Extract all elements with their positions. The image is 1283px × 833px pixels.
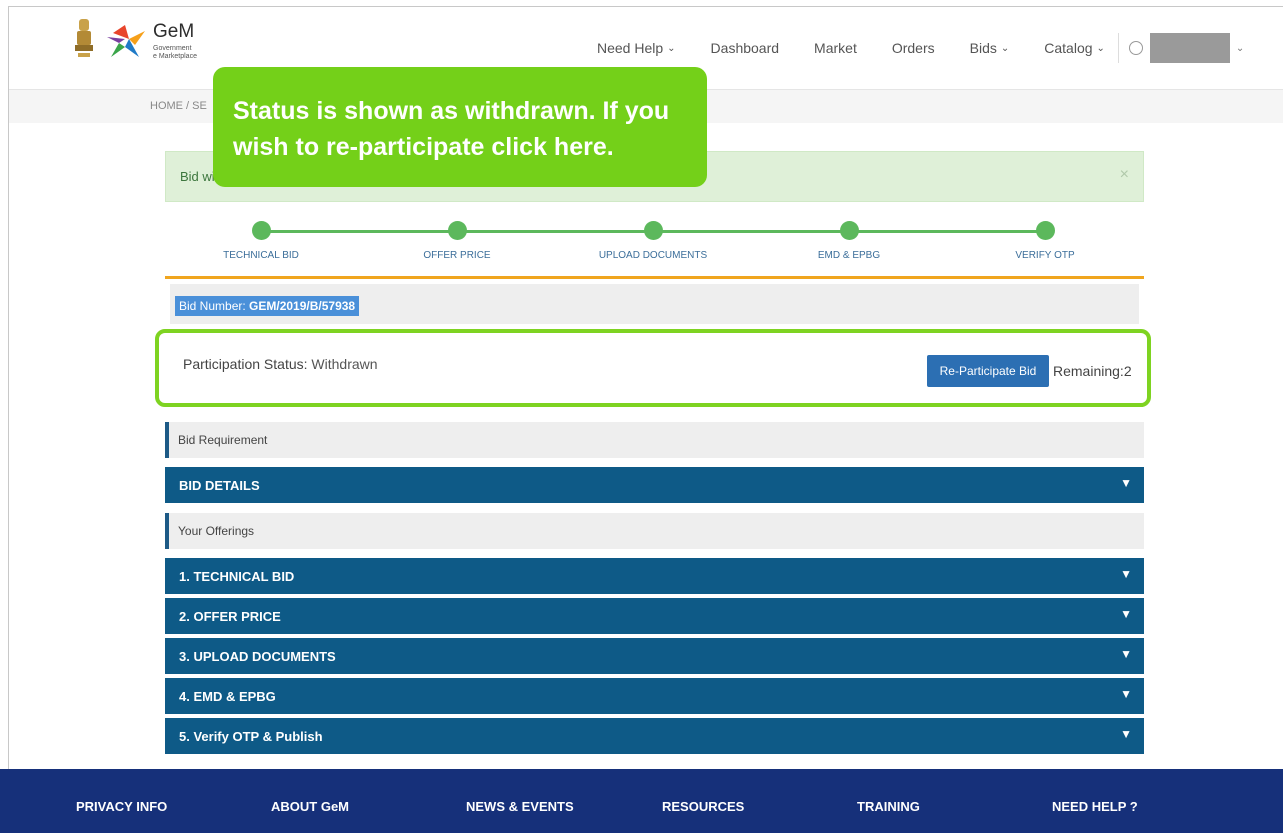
nav-label: Need Help: [597, 40, 664, 56]
bid-number-bar: Bid Number: GEM/2019/B/57938: [170, 284, 1139, 324]
step-label: OFFER PRICE: [423, 250, 491, 261]
nav-orders[interactable]: Orders: [892, 40, 935, 56]
accordion-title: 5. Verify OTP & Publish: [179, 729, 323, 744]
accordion-technical-bid[interactable]: 1. TECHNICAL BID ▼: [165, 558, 1144, 594]
caret-down-icon: ▼: [1120, 647, 1132, 661]
nav-label: Market: [814, 40, 857, 56]
accordion-upload-documents[interactable]: 3. UPLOAD DOCUMENTS ▼: [165, 638, 1144, 674]
accordion-title: 3. UPLOAD DOCUMENTS: [179, 649, 336, 664]
step-label: UPLOAD DOCUMENTS: [598, 250, 708, 261]
site-footer: PRIVACY INFO ABOUT GeM NEWS & EVENTS RES…: [0, 769, 1283, 833]
caret-down-icon: ▼: [1120, 727, 1132, 741]
accordion-title: 2. OFFER PRICE: [179, 609, 281, 624]
gem-star-icon: [107, 25, 145, 57]
user-name-redacted[interactable]: [1149, 33, 1230, 63]
remaining-count: Remaining:2: [1053, 363, 1132, 379]
caret-down-icon: ▼: [1120, 567, 1132, 581]
step-label: TECHNICAL BID: [223, 250, 299, 261]
accordion-title: 1. TECHNICAL BID: [179, 569, 295, 584]
chevron-down-icon[interactable]: ⌄: [1236, 43, 1244, 54]
footer-link-privacy-info[interactable]: PRIVACY INFO: [76, 799, 167, 814]
accordion-title: BID DETAILS: [179, 478, 260, 493]
footer-link-need-help[interactable]: NEED HELP ?: [1052, 799, 1138, 814]
footer-link-training[interactable]: TRAINING: [857, 799, 920, 814]
close-icon[interactable]: ×: [1120, 166, 1129, 184]
participation-status-box: Participation Status: Withdrawn Re-Parti…: [155, 329, 1151, 407]
nav-market[interactable]: Market: [814, 40, 857, 56]
status-value: Withdrawn: [311, 356, 378, 372]
participation-status: Participation Status: Withdrawn: [183, 356, 378, 372]
user-icon: [1128, 41, 1143, 55]
nav-label: Dashboard: [710, 40, 780, 56]
step-dot: [643, 221, 663, 240]
nav-label: Catalog: [1044, 40, 1093, 56]
brand-sub-line1: Government: [153, 45, 192, 52]
step-label: EMD & EPBG: [817, 250, 881, 261]
bid-number-value: GEM/2019/B/57938: [249, 299, 356, 313]
footer-link-resources[interactable]: RESOURCES: [662, 799, 744, 814]
step-verify-otp[interactable]: VERIFY OTP: [970, 221, 1120, 261]
main-nav: Need Help ⌄ Dashboard Market Orders Bids…: [597, 33, 1244, 63]
accordion-title: 4. EMD & EPBG: [179, 689, 276, 704]
chevron-down-icon: ⌄: [667, 42, 676, 54]
step-emd-epbg[interactable]: EMD & EPBG: [774, 221, 924, 261]
alert-message: Bid wi: [180, 169, 215, 184]
brand-sub-line2: e Marketplace: [153, 53, 197, 60]
accordion-offer-price[interactable]: 2. OFFER PRICE ▼: [165, 598, 1144, 634]
step-dot: [839, 221, 859, 240]
breadcrumb[interactable]: HOME / SE: [150, 100, 207, 112]
instruction-callout: Status is shown as withdrawn. If you wis…: [213, 67, 707, 187]
chevron-down-icon: ⌄: [1096, 42, 1105, 54]
bid-number-label: Bid Number:: [179, 299, 250, 313]
brand-subtitle: Government e Marketplace: [153, 45, 197, 61]
national-emblem-icon: [75, 19, 93, 57]
app-frame: GeM Government e Marketplace Need Help ⌄…: [8, 6, 1283, 833]
re-participate-button[interactable]: Re-Participate Bid: [927, 355, 1049, 387]
step-label: VERIFY OTP: [1015, 250, 1075, 261]
footer-link-about-gem[interactable]: ABOUT GeM: [271, 799, 349, 814]
caret-down-icon: ▼: [1120, 687, 1132, 701]
step-upload-documents[interactable]: UPLOAD DOCUMENTS: [578, 221, 728, 261]
bid-progress-stepper: TECHNICAL BID OFFER PRICE UPLOAD DOCUMEN…: [165, 217, 1144, 277]
chevron-down-icon: ⌄: [1000, 42, 1010, 54]
step-offer-price[interactable]: OFFER PRICE: [382, 221, 532, 261]
gem-logo[interactable]: GeM Government e Marketplace: [105, 21, 205, 65]
nav-catalog[interactable]: Catalog ⌄: [1044, 40, 1105, 56]
nav-divider: [1117, 33, 1119, 63]
accordion-emd-epbg[interactable]: 4. EMD & EPBG ▼: [165, 678, 1144, 714]
brand-name: GeM: [153, 21, 195, 42]
section-heading-text: Bid Requirement: [178, 433, 268, 447]
footer-link-news-events[interactable]: NEWS & EVENTS: [466, 799, 574, 814]
step-dot: [447, 221, 467, 240]
nav-label: Orders: [891, 40, 935, 56]
nav-label: Bids: [969, 40, 997, 56]
caret-down-icon: ▼: [1120, 476, 1132, 490]
nav-dashboard[interactable]: Dashboard: [711, 40, 780, 56]
nav-need-help[interactable]: Need Help ⌄: [597, 40, 676, 56]
section-divider: [165, 276, 1144, 279]
bid-number: Bid Number: GEM/2019/B/57938: [175, 296, 360, 316]
nav-bids[interactable]: Bids ⌄: [970, 40, 1010, 56]
status-label: Participation Status:: [183, 356, 312, 372]
accordion-bid-details[interactable]: BID DETAILS ▼: [165, 467, 1144, 503]
step-technical-bid[interactable]: TECHNICAL BID: [186, 221, 336, 261]
section-heading-text: Your Offerings: [178, 524, 255, 538]
step-dot: [1035, 221, 1055, 240]
your-offerings-heading: Your Offerings: [165, 513, 1144, 549]
accordion-verify-otp-publish[interactable]: 5. Verify OTP & Publish ▼: [165, 718, 1144, 754]
caret-down-icon: ▼: [1120, 607, 1132, 621]
bid-requirement-heading: Bid Requirement: [165, 422, 1144, 458]
step-dot: [251, 221, 271, 240]
